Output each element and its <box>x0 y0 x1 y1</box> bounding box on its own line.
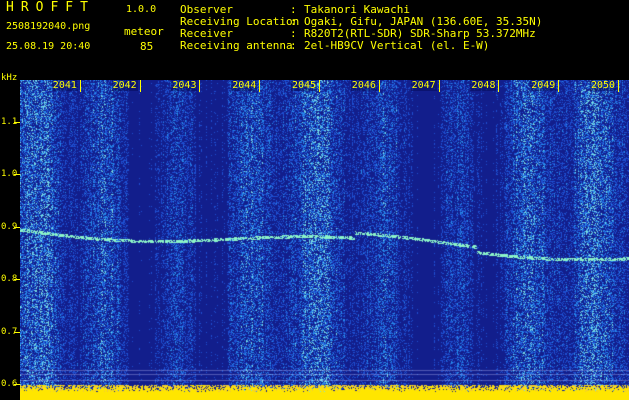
time-tick-mark <box>438 80 440 92</box>
detection-count: 85 <box>140 40 154 53</box>
app-title: HROFFT <box>6 0 95 15</box>
time-tick-label: 2042 <box>111 80 138 91</box>
time-tick-mark <box>498 80 500 92</box>
time-tick-mark <box>618 80 619 92</box>
time-tick-mark <box>378 80 380 92</box>
time-tick-label: 2049 <box>530 80 557 91</box>
time-tick-label: 2045 <box>291 80 318 91</box>
detection-type: meteor <box>124 25 164 38</box>
app-version: 1.0.0 <box>126 4 157 15</box>
image-filename: 2508192040.png <box>6 21 91 32</box>
time-tick-label: 2050 <box>590 80 617 91</box>
header-panel: HROFFT 1.0.0 2508192040.png meteor 25.08… <box>0 0 629 78</box>
time-tick-mark <box>139 80 141 92</box>
time-tick-mark <box>199 80 201 92</box>
frequency-tick-mark <box>14 331 20 333</box>
time-tick-label: 2048 <box>470 80 497 91</box>
time-tick-label: 2046 <box>350 80 377 91</box>
observation-datetime: 25.08.19 20:40 <box>6 41 91 52</box>
station-metadata: Observer : Takanori Kawachi Receiving Lo… <box>180 4 542 52</box>
time-tick-label: 2047 <box>410 80 437 91</box>
frequency-tick-mark <box>14 121 20 123</box>
time-tick-mark <box>259 80 261 92</box>
time-tick-label: 2043 <box>171 80 198 91</box>
frequency-tick-mark <box>14 279 20 281</box>
time-tick-mark <box>79 80 81 92</box>
frequency-tick-mark <box>14 174 20 176</box>
spectrogram-image <box>20 80 629 400</box>
frequency-tick-mark <box>14 384 20 386</box>
metadata-label: Receiving antenna <box>180 39 293 52</box>
frequency-unit-label: kHz <box>1 73 18 83</box>
frequency-tick-mark <box>14 226 20 228</box>
time-tick-label: 2044 <box>231 80 258 91</box>
spectrogram-plot <box>20 80 629 400</box>
time-tick-mark <box>558 80 560 92</box>
metadata-separator: : <box>290 39 297 52</box>
time-tick-mark <box>319 80 320 92</box>
time-tick-label: 2041 <box>51 80 78 91</box>
metadata-value: 2el-HB9CV Vertical (el. E-W) <box>304 39 490 52</box>
metadata-row-antenna: Receiving antenna : 2el-HB9CV Vertical (… <box>180 40 542 52</box>
